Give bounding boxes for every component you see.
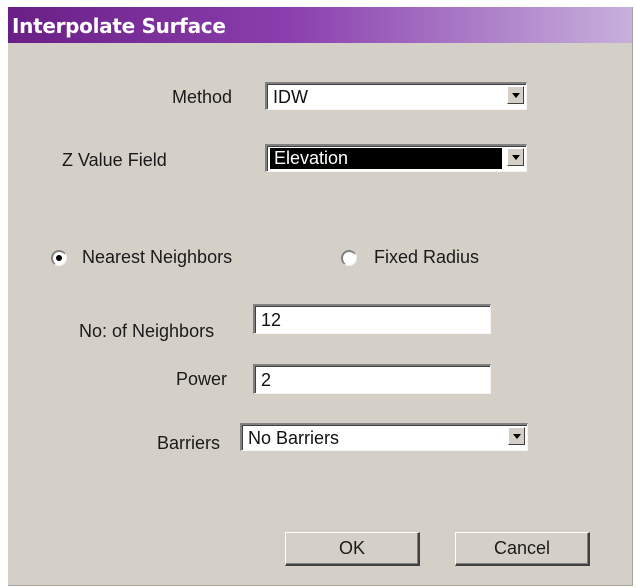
fixed-radius-label[interactable]: Fixed Radius <box>374 247 479 268</box>
barriers-dropdown[interactable]: No Barriers <box>240 423 528 451</box>
power-input[interactable]: 2 <box>253 364 491 394</box>
title-bar[interactable]: Interpolate Surface <box>8 7 632 43</box>
barriers-value: No Barriers <box>248 428 340 448</box>
z-value-field-value: Elevation <box>269 147 503 170</box>
z-value-field-dropdown[interactable]: Elevation <box>265 144 527 172</box>
number-of-neighbors-label: No: of Neighbors <box>79 321 215 341</box>
dialog-title: Interpolate Surface <box>12 14 226 38</box>
power-value: 2 <box>261 370 272 390</box>
method-dropdown[interactable]: IDW <box>265 82 527 110</box>
interpolate-surface-dialog: Interpolate Surface Method IDW Z Value F… <box>8 7 633 586</box>
nearest-neighbors-label[interactable]: Nearest Neighbors <box>82 247 232 268</box>
fixed-radius-radio[interactable] <box>341 250 357 266</box>
power-label: Power <box>176 369 228 389</box>
nearest-neighbors-radio[interactable] <box>51 250 67 266</box>
cancel-button[interactable]: Cancel <box>455 532 590 566</box>
chevron-down-icon[interactable] <box>507 148 524 166</box>
ok-button[interactable]: OK <box>285 532 420 566</box>
chevron-down-icon[interactable] <box>507 86 524 104</box>
method-label: Method <box>172 87 233 107</box>
number-of-neighbors-value: 12 <box>261 310 282 330</box>
number-of-neighbors-input[interactable]: 12 <box>253 304 491 334</box>
z-value-field-label: Z Value Field <box>62 150 167 170</box>
chevron-down-icon[interactable] <box>508 427 525 445</box>
method-value: IDW <box>273 87 308 107</box>
barriers-label: Barriers <box>157 433 221 453</box>
